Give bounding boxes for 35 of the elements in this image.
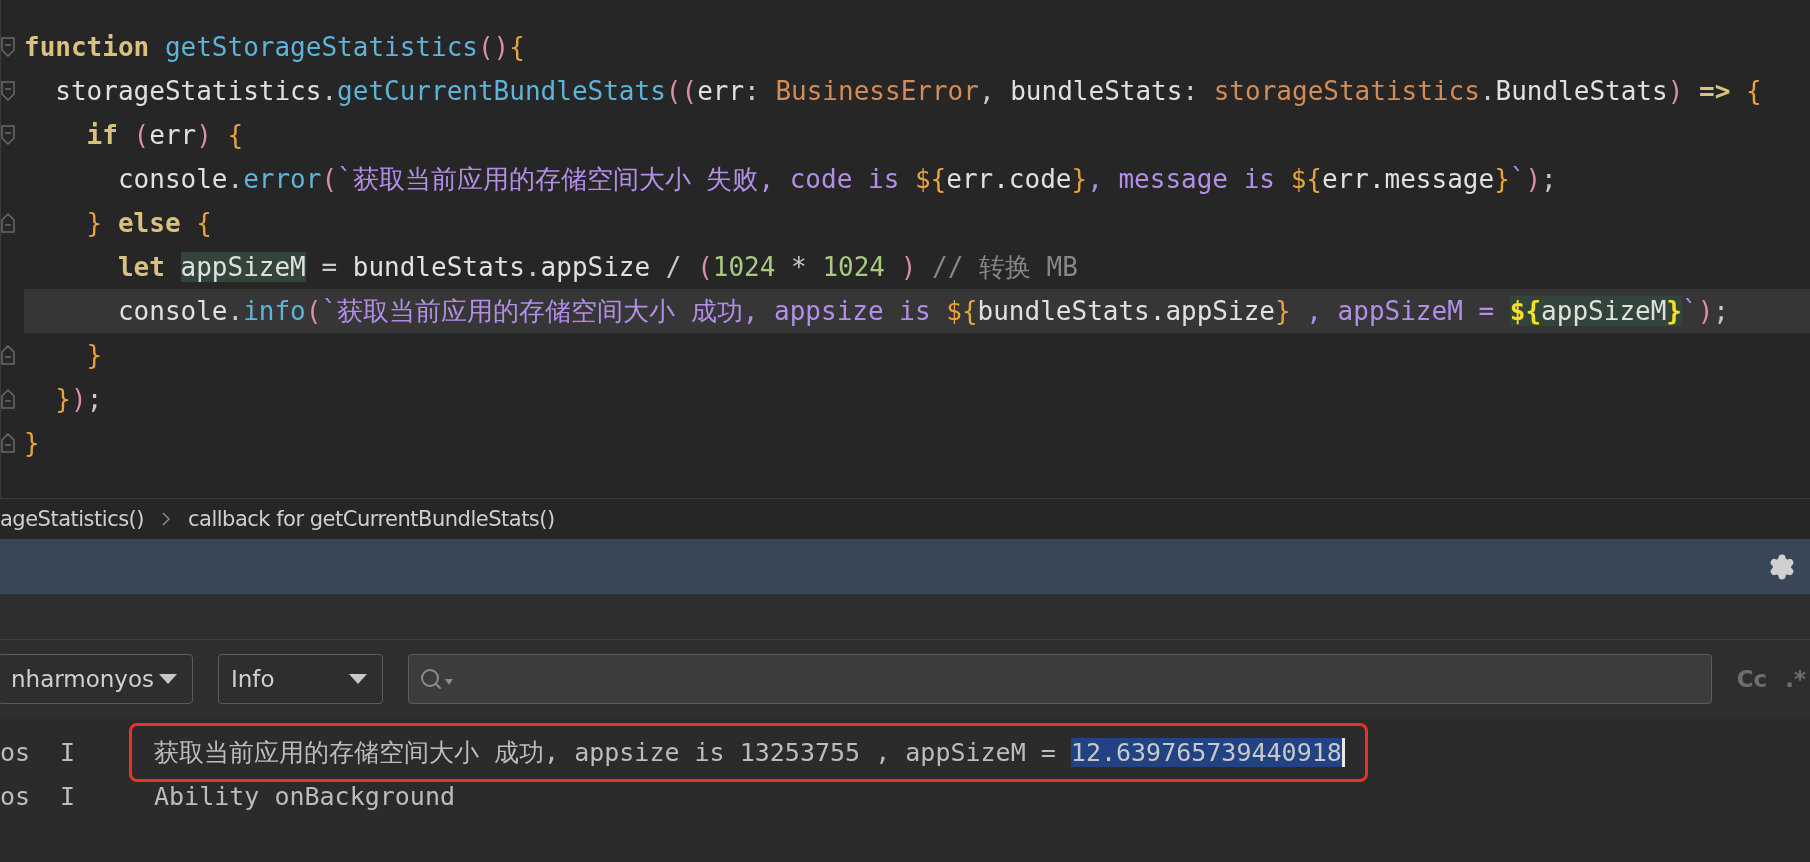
fold-icon[interactable] [1, 125, 15, 145]
fold-icon[interactable] [1, 345, 15, 365]
settings-icon[interactable] [1768, 552, 1796, 581]
code-line: } [24, 427, 41, 460]
device-dropdown[interactable]: nharmonyos [0, 654, 193, 704]
chevron-icon [162, 512, 170, 526]
selected-text: 12.639765739440918 [1070, 737, 1345, 767]
level-dropdown[interactable]: Info [218, 654, 383, 704]
search-icon [419, 667, 443, 691]
fold-icon[interactable] [1, 389, 15, 409]
caret-icon [348, 673, 368, 685]
code-line: } [85, 339, 104, 372]
code-line: console.error(`获取当前应用的存储空间大小 失败, code is ${err.code}, message is ${err.message}`); [116, 162, 1558, 196]
code-line: if (err) { [85, 119, 245, 152]
code-line: let appSizeM = bundleStats.appSize / (1024 * 1024 ) // 转换 MB [116, 250, 1079, 284]
breadcrumb-item[interactable]: callback for getCurrentBundleStats() [188, 507, 555, 531]
log-level: I [60, 737, 77, 767]
caret-icon [445, 679, 453, 685]
annotation-frame: 获取当前应用的存储空间大小 成功, appsize is 13253755 , appSizeM = 12.639765739440918 [129, 722, 1368, 782]
fold-icon[interactable] [1, 37, 15, 57]
code-line: storageStatistics.getCurrentBundleStats((err: BusinessError, bundleStats: storageStatistics.BundleStats) => { [54, 75, 1763, 108]
code-line: } else { [85, 207, 213, 240]
code-line: }); [54, 383, 104, 416]
log-level: I [60, 781, 77, 811]
fold-icon[interactable] [1, 81, 15, 101]
log-message: Ability onBackground [153, 780, 457, 813]
search-field[interactable] [408, 654, 1712, 704]
code-line: function getStorageStatistics(){ [24, 31, 526, 64]
caret-icon [158, 673, 178, 685]
fold-icon[interactable] [1, 433, 15, 453]
log-process: os [0, 781, 32, 811]
code-editor[interactable] [0, 0, 1810, 498]
log-process: os [0, 737, 32, 767]
breadcrumb-item[interactable]: ageStatistics() [0, 507, 144, 531]
fold-icon[interactable] [1, 213, 15, 233]
